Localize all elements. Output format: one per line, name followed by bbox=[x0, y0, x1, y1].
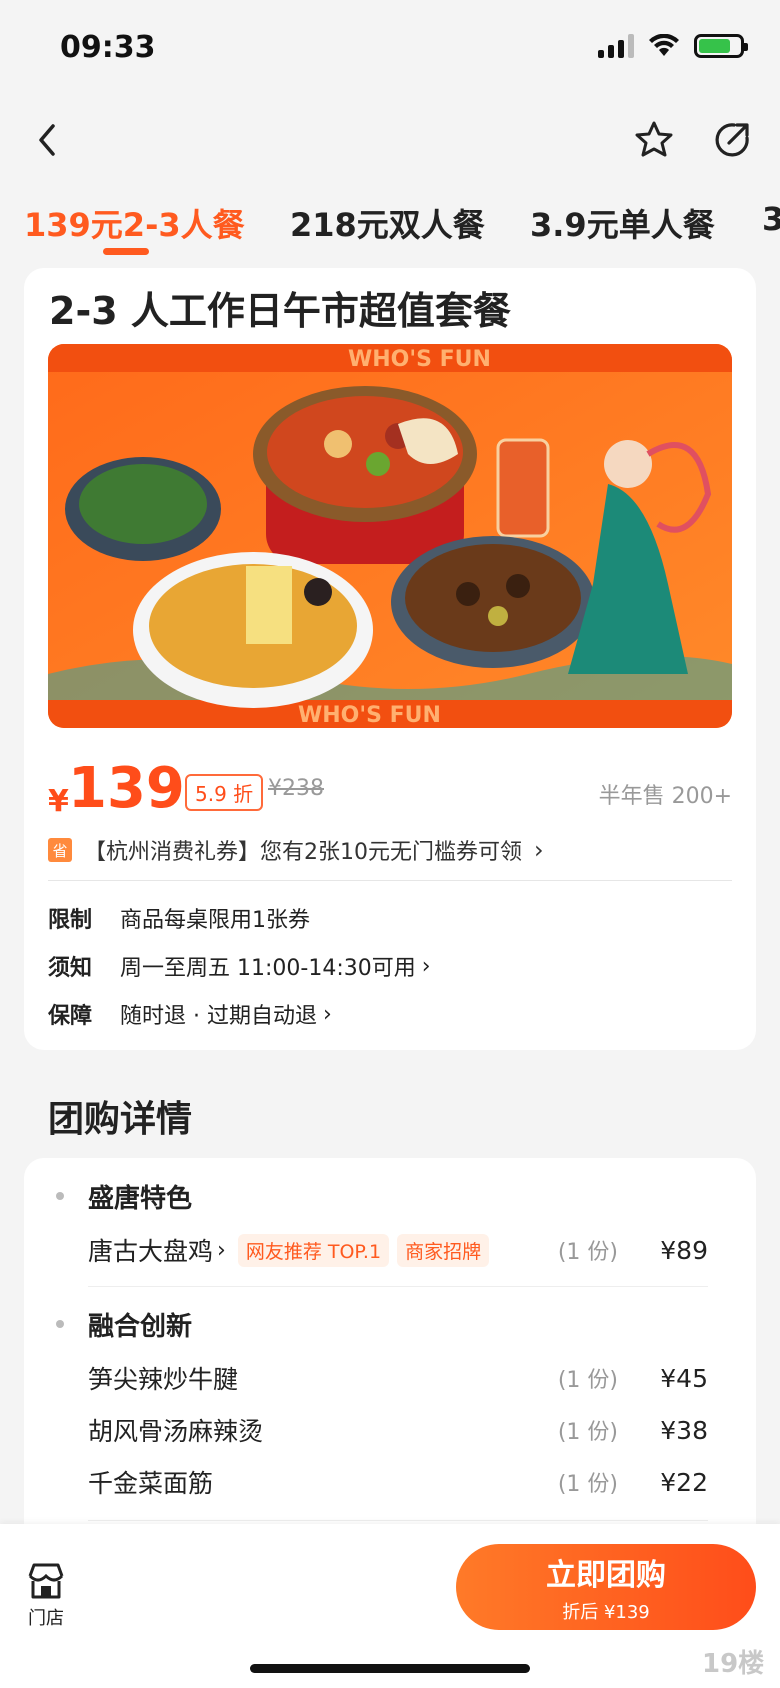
rule-label: 须知 bbox=[48, 956, 93, 981]
tag-signature: 商家招牌 bbox=[397, 1233, 490, 1267]
menu-item: 千金菜面筋 (1 份) ¥22 bbox=[88, 1462, 708, 1502]
status-icons bbox=[598, 34, 748, 58]
chevron-right-icon: › bbox=[322, 1001, 332, 1027]
status-time: 09:33 bbox=[60, 30, 156, 65]
food-illustration: WHO'S FUN WHO'S FUN bbox=[48, 344, 732, 728]
price-row: ¥ 139 5.9 折 ¥238 半年售 200+ bbox=[48, 756, 732, 826]
divider bbox=[88, 1286, 708, 1287]
watermark-logo: 19楼 bbox=[702, 1649, 764, 1679]
home-indicator bbox=[250, 1664, 530, 1673]
tab-package-2[interactable]: 218元双人餐 bbox=[290, 200, 485, 246]
buy-sub-label: 折后 ¥139 bbox=[562, 1602, 650, 1623]
rule-value: 周一至周五 11:00-14:30可用 bbox=[120, 956, 416, 981]
price-currency: ¥ bbox=[48, 784, 69, 819]
divider bbox=[48, 880, 732, 881]
package-tabs: 139元2-3人餐 218元双人餐 3.9元单人餐 3 bbox=[0, 190, 780, 260]
rule-value: 随时退 · 过期自动退 bbox=[120, 1004, 317, 1029]
menu-item[interactable]: 唐古大盘鸡 › 网友推荐 TOP.1 商家招牌 (1 份) ¥89 bbox=[88, 1230, 708, 1270]
sold-count: 半年售 200+ bbox=[598, 784, 732, 809]
group-title: 盛唐特色 bbox=[88, 1184, 193, 1214]
store-button[interactable]: 门店 bbox=[20, 1562, 72, 1630]
star-icon bbox=[635, 121, 673, 157]
item-name: 唐古大盘鸡 bbox=[88, 1237, 214, 1266]
bottom-bar: 门店 立即团购 折后 ¥139 19楼 bbox=[0, 1524, 780, 1688]
status-bar: 09:33 bbox=[0, 0, 780, 100]
discount-badge: 5.9 折 bbox=[185, 774, 264, 811]
signal-icon bbox=[598, 34, 634, 58]
item-name: 千金菜面筋 bbox=[88, 1469, 214, 1498]
detail-card: 盛唐特色 唐古大盘鸡 › 网友推荐 TOP.1 商家招牌 (1 份) ¥89 融… bbox=[24, 1158, 756, 1558]
coupon-link[interactable]: 省 【杭州消费礼券】您有2张10元无门槛券可领 › bbox=[48, 830, 732, 870]
rule-label: 保障 bbox=[48, 1004, 93, 1029]
item-price: ¥38 bbox=[660, 1415, 708, 1445]
group-title: 融合创新 bbox=[88, 1312, 193, 1342]
tab-package-3[interactable]: 3.9元单人餐 bbox=[530, 200, 715, 246]
deal-hero-image[interactable]: WHO'S FUN WHO'S FUN bbox=[48, 344, 732, 728]
deal-title: 2-3 人工作日午市超值套餐 bbox=[49, 289, 511, 333]
original-price: ¥238 bbox=[268, 776, 324, 801]
bullet-icon bbox=[56, 1192, 64, 1200]
divider bbox=[88, 1520, 708, 1521]
rule-limit: 限制 商品每桌限用1张券 bbox=[48, 898, 732, 938]
item-qty: (1 份) bbox=[557, 1472, 618, 1497]
coupon-text: 【杭州消费礼券】您有2张10元无门槛券可领 bbox=[84, 840, 522, 865]
item-qty: (1 份) bbox=[557, 1240, 618, 1265]
navbar bbox=[0, 100, 780, 180]
chevron-right-icon: › bbox=[421, 953, 431, 979]
tab-underline bbox=[103, 248, 149, 255]
item-qty: (1 份) bbox=[557, 1420, 618, 1445]
share-icon bbox=[715, 123, 749, 157]
chevron-right-icon: › bbox=[217, 1237, 226, 1263]
menu-item: 胡风骨汤麻辣烫 (1 份) ¥38 bbox=[88, 1410, 708, 1450]
menu-item: 笋尖辣炒牛腱 (1 份) ¥45 bbox=[88, 1358, 708, 1398]
item-name: 胡风骨汤麻辣烫 bbox=[88, 1417, 264, 1446]
item-qty: (1 份) bbox=[557, 1368, 618, 1393]
favorite-button[interactable] bbox=[628, 114, 680, 166]
tab-package-1[interactable]: 139元2-3人餐 bbox=[24, 200, 245, 246]
tab-package-4[interactable]: 3 bbox=[762, 200, 780, 238]
item-price: ¥45 bbox=[660, 1363, 708, 1393]
section-title: 团购详情 bbox=[48, 1099, 193, 1140]
buy-now-button[interactable]: 立即团购 折后 ¥139 bbox=[456, 1544, 756, 1630]
tag-recommend: 网友推荐 TOP.1 bbox=[237, 1233, 390, 1267]
rule-notice[interactable]: 须知 周一至周五 11:00-14:30可用 › bbox=[48, 946, 732, 986]
rule-value: 商品每桌限用1张券 bbox=[120, 908, 310, 933]
bullet-icon bbox=[56, 1320, 64, 1328]
hero-banner-text-bottom: WHO'S FUN bbox=[298, 703, 441, 728]
deal-price: 139 bbox=[68, 756, 185, 821]
svg-text:19楼: 19楼 bbox=[702, 1649, 764, 1679]
deal-card: 2-3 人工作日午市超值套餐 WHO'S FUN WHO'S FUN ¥ 139… bbox=[24, 268, 756, 1050]
wifi-icon bbox=[649, 34, 679, 56]
back-button[interactable] bbox=[22, 114, 74, 166]
rule-guarantee[interactable]: 保障 随时退 · 过期自动退 › bbox=[48, 994, 732, 1034]
rule-label: 限制 bbox=[48, 908, 93, 933]
share-button[interactable] bbox=[706, 114, 758, 166]
store-label: 门店 bbox=[28, 1608, 64, 1629]
buy-label: 立即团购 bbox=[546, 1558, 666, 1593]
coupon-icon: 省 bbox=[48, 838, 72, 862]
item-price: ¥22 bbox=[660, 1467, 708, 1497]
chevron-right-icon: › bbox=[534, 836, 544, 864]
hero-banner-text-top: WHO'S FUN bbox=[348, 347, 491, 372]
item-price: ¥89 bbox=[660, 1235, 708, 1265]
item-name: 笋尖辣炒牛腱 bbox=[88, 1365, 239, 1394]
chevron-left-icon bbox=[39, 124, 55, 156]
battery-icon bbox=[694, 34, 748, 58]
store-icon bbox=[28, 1563, 64, 1599]
